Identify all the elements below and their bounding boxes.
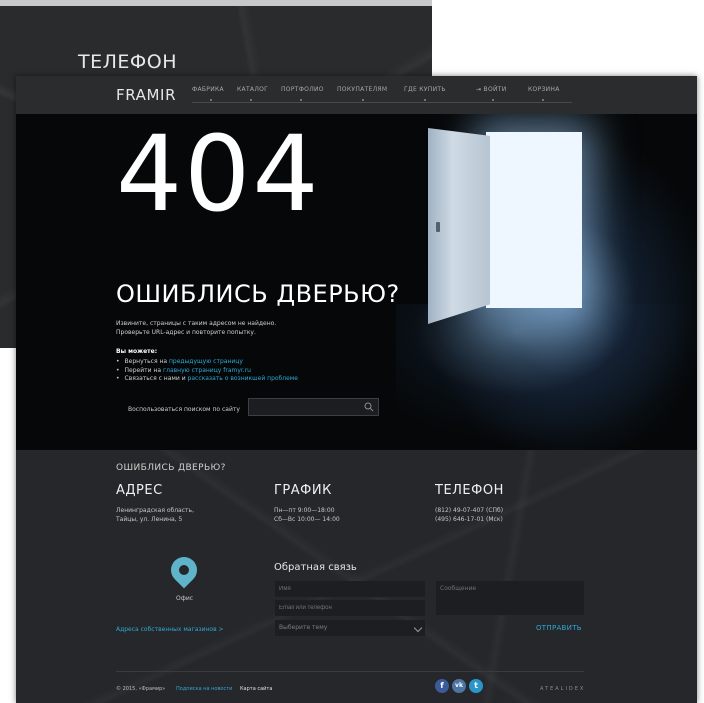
facebook-icon[interactable]: f bbox=[435, 679, 449, 693]
error-description-line: Извините, страницы с таким адресом не на… bbox=[116, 320, 277, 327]
nav-marker bbox=[424, 99, 426, 101]
topic-select-value: Выберите тему bbox=[279, 624, 328, 631]
cart-link[interactable]: КОРЗИНА bbox=[528, 86, 560, 93]
options-list: Вернуться на предыдущую страницу Перейти… bbox=[116, 358, 298, 384]
message-field[interactable]: Сообщение bbox=[436, 581, 584, 615]
address-line: Тайцы, ул. Ленина, 5 bbox=[116, 516, 183, 523]
nav-item-catalog[interactable]: КАТАЛОГ bbox=[237, 86, 268, 93]
option-item: Перейти на главную страницу framyr.ru bbox=[116, 367, 298, 376]
address-line: Ленинградская область, bbox=[116, 507, 194, 514]
twitter-icon[interactable]: t bbox=[469, 679, 483, 693]
nav-underline bbox=[192, 102, 572, 103]
topic-select[interactable]: Выберите тему bbox=[275, 620, 425, 636]
feedback-title: Обратная связь bbox=[274, 562, 357, 573]
vk-icon[interactable]: vk bbox=[452, 679, 466, 693]
sitemap-link[interactable]: Карта сайта bbox=[240, 686, 272, 692]
nav-marker bbox=[542, 99, 544, 101]
nav-marker bbox=[210, 99, 212, 101]
nav-item-portfolio[interactable]: ПОРТФОЛИО bbox=[281, 86, 324, 93]
nav-item-factory[interactable]: ФАБРИКА bbox=[192, 86, 224, 93]
top-navigation: FRAMIR ФАБРИКА КАТАЛОГ ПОРТФОЛИО ПОКУПАТ… bbox=[16, 76, 697, 114]
schedule-line: Пн—пт 9:00—18:00 bbox=[274, 507, 335, 514]
nav-marker bbox=[492, 99, 494, 101]
copyright: © 2015, «Фрамир» bbox=[116, 686, 166, 692]
phone-line: (495) 646-17-01 (Мск) bbox=[435, 516, 503, 523]
site-logo[interactable]: FRAMIR bbox=[116, 86, 176, 104]
office-label: Офис bbox=[176, 595, 194, 602]
nav-marker bbox=[362, 99, 364, 101]
map-pin-icon[interactable] bbox=[165, 551, 203, 589]
contacts-section: ОШИБЛИСЬ ДВЕРЬЮ? АДРЕС Ленинградская обл… bbox=[16, 450, 697, 703]
contact-field[interactable] bbox=[275, 600, 425, 616]
option-text: Перейти на bbox=[124, 366, 163, 374]
contacts-kicker: ОШИБЛИСЬ ДВЕРЬЮ? bbox=[116, 463, 226, 473]
background-window-title: ТЕЛЕФОН bbox=[78, 51, 178, 73]
error-code: 404 bbox=[116, 114, 321, 235]
login-label: ВОЙТИ bbox=[483, 86, 507, 93]
newsletter-link[interactable]: Подписка на новости bbox=[176, 686, 232, 692]
nav-marker bbox=[250, 99, 252, 101]
open-doorway-illustration bbox=[486, 132, 582, 308]
error-hero: 404 ОШИБЛИСЬ ДВЕРЬЮ? Извините, страницы … bbox=[16, 114, 697, 450]
error-description-line: Проверьте URL-адрес и повторите попытку. bbox=[116, 329, 256, 336]
option-item: Связаться с нами и рассказать о возникше… bbox=[116, 375, 298, 384]
options-title: Вы можете: bbox=[116, 348, 158, 355]
developer-logo[interactable]: ATEALIDEX bbox=[540, 686, 585, 692]
schedule-text: Пн—пт 9:00—18:00 Сб—Вс 10:00— 14:00 bbox=[274, 506, 340, 524]
search-label: Воспользоваться поиском по сайту bbox=[128, 406, 240, 413]
nav-item-customers[interactable]: ПОКУПАТЕЛЯМ bbox=[337, 86, 387, 93]
option-text: Вернуться на bbox=[124, 358, 169, 365]
nav-marker bbox=[300, 99, 302, 101]
login-link[interactable]: ⇥ ВОЙТИ bbox=[476, 86, 507, 93]
front-window: FRAMIR ФАБРИКА КАТАЛОГ ПОРТФОЛИО ПОКУПАТ… bbox=[16, 76, 697, 703]
chevron-down-icon bbox=[413, 623, 423, 633]
door-knob-illustration bbox=[436, 222, 440, 232]
name-field[interactable] bbox=[275, 581, 425, 597]
option-item: Вернуться на предыдущую страницу bbox=[116, 358, 298, 367]
phone-line: (812) 49-07-407 (СПб) bbox=[435, 507, 504, 514]
stores-addresses-link[interactable]: Адреса собственных магазинов > bbox=[116, 626, 224, 633]
footer-divider bbox=[116, 671, 584, 672]
address-text: Ленинградская область, Тайцы, ул. Ленина… bbox=[116, 506, 194, 524]
error-headline: ОШИБЛИСЬ ДВЕРЬЮ? bbox=[116, 280, 400, 308]
home-page-link[interactable]: главную страницу framyr.ru bbox=[163, 367, 251, 374]
search-icon[interactable] bbox=[364, 402, 374, 412]
error-description: Извините, страницы с таким адресом не на… bbox=[116, 319, 276, 337]
schedule-line: Сб—Вс 10:00— 14:00 bbox=[274, 516, 340, 523]
search-input[interactable] bbox=[248, 398, 379, 416]
floor-light-glow bbox=[396, 304, 696, 444]
phone-text: (812) 49-07-407 (СПб) (495) 646-17-01 (М… bbox=[435, 506, 503, 524]
nav-item-where-to-buy[interactable]: ГДЕ КУПИТЬ bbox=[404, 86, 446, 93]
option-text: Связаться с нами и bbox=[124, 375, 188, 382]
background-window-topbar bbox=[0, 0, 432, 6]
report-problem-link[interactable]: рассказать о возникшей проблеме bbox=[188, 375, 298, 382]
phone-title: ТЕЛЕФОН bbox=[435, 483, 504, 498]
login-icon: ⇥ bbox=[476, 86, 484, 93]
send-button[interactable]: ОТПРАВИТЬ bbox=[536, 624, 582, 632]
address-title: АДРЕС bbox=[116, 483, 163, 498]
previous-page-link[interactable]: предыдущую страницу bbox=[169, 358, 243, 365]
schedule-title: ГРАФИК bbox=[274, 483, 332, 498]
